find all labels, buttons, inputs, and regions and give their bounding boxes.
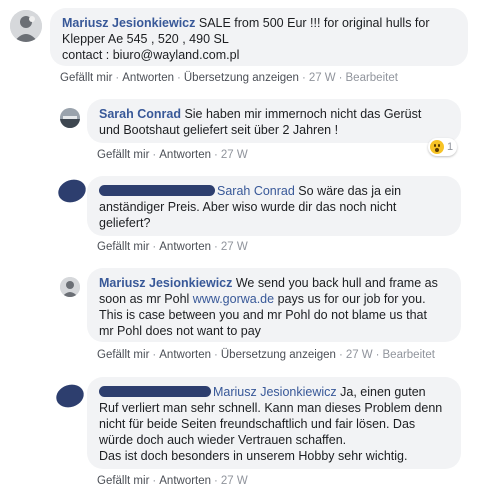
avatar-redacted — [55, 176, 89, 206]
comment-author[interactable]: Mariusz Jesionkiewicz — [62, 16, 195, 30]
comment-text: geliefert? — [99, 216, 151, 230]
comment-text: Ruf verliert man sehr schnell. Kann man … — [99, 401, 443, 415]
timestamp[interactable]: 27 W — [309, 72, 336, 84]
timestamp[interactable]: 27 W — [346, 349, 373, 361]
comment-text: mr Pohl does not want to pay — [99, 324, 261, 338]
like-link[interactable]: Gefällt mir — [97, 349, 149, 361]
timestamp[interactable]: 27 W — [221, 475, 248, 487]
wow-emoji-icon — [430, 140, 444, 154]
timestamp[interactable]: 27 W — [221, 241, 248, 253]
profile-photo-icon — [10, 10, 42, 42]
comment-text: pays us for our job for you. — [274, 292, 426, 306]
reply-link[interactable]: Antworten — [159, 475, 211, 487]
comment-text: nicht für beide Seiten freundschaftlich … — [99, 417, 416, 431]
redacted-author — [99, 386, 211, 397]
comment-bubble: Mariusz Jesionkiewicz We send you back h… — [87, 268, 461, 342]
separator: · — [214, 349, 218, 361]
website-link[interactable]: www.gorwa.de — [193, 292, 274, 306]
edited-label: Bearbeitet — [382, 349, 435, 361]
separator: · — [152, 241, 157, 253]
reply-link[interactable]: Antworten — [122, 72, 174, 84]
mention-link[interactable]: Sarah Conrad — [217, 184, 295, 198]
reaction-count: 1 — [447, 141, 454, 153]
comment-bubble: Sarah Conrad So wäre das ja ein anständi… — [87, 176, 461, 236]
comment-bubble: Sarah Conrad Sie haben mir immernoch nic… — [87, 99, 461, 143]
separator: · — [177, 72, 181, 84]
comment-text: So wäre das ja ein — [294, 184, 402, 198]
profile-photo-icon — [60, 108, 80, 128]
reply-link[interactable]: Antworten — [159, 349, 211, 361]
comment-text: anständiger Preis. Aber wiso wurde dir d… — [99, 200, 397, 214]
comment-author[interactable]: Mariusz Jesionkiewicz — [99, 276, 232, 290]
reply-link[interactable]: Antworten — [159, 149, 211, 161]
comment-text: soon as mr Pohl — [99, 292, 193, 306]
like-link[interactable]: Gefällt mir — [97, 241, 149, 253]
edited-label: Bearbeitet — [345, 72, 398, 84]
like-link[interactable]: Gefällt mir — [97, 475, 149, 487]
comment-text: Das ist doch besonders in unserem Hobby … — [99, 449, 408, 463]
comment-bubble: Mariusz Jesionkiewicz SALE from 500 Eur … — [50, 8, 468, 66]
comment-text: Klepper Ae 545 , 520 , 490 SL — [62, 32, 229, 46]
profile-photo-icon — [60, 277, 80, 297]
redacted-author — [99, 185, 215, 196]
separator: · — [338, 349, 343, 361]
comment-author[interactable]: Sarah Conrad — [99, 107, 181, 121]
separator: · — [115, 72, 120, 84]
separator: · — [214, 149, 218, 161]
separator: · — [301, 72, 306, 84]
separator: · — [375, 349, 380, 361]
comment-text: contact : biuro@wayland.com.pl — [62, 48, 240, 62]
timestamp[interactable]: 27 W — [221, 149, 248, 161]
like-link[interactable]: Gefällt mir — [97, 149, 149, 161]
translate-link[interactable]: Übersetzung anzeigen — [221, 349, 336, 361]
separator: · — [214, 241, 218, 253]
comment-text: We send you back hull and frame as — [232, 276, 438, 290]
separator: · — [152, 475, 157, 487]
comment-actions: Gefällt mir · Antworten · 27 W — [97, 475, 248, 487]
separator: · — [338, 72, 343, 84]
avatar[interactable] — [10, 10, 42, 42]
avatar-redacted — [53, 381, 87, 411]
separator: · — [152, 149, 157, 161]
comment-text: würde doch auch wieder Vertrauen schaffe… — [99, 433, 347, 447]
reaction-badge[interactable]: 1 — [428, 138, 458, 156]
mention-link[interactable]: Mariusz Jesionkiewicz — [213, 385, 337, 399]
avatar[interactable] — [60, 108, 80, 128]
separator: · — [152, 349, 157, 361]
comment-actions: Gefällt mir · Antworten · 27 W — [97, 241, 248, 253]
comment-actions: Gefällt mir · Antworten · 27 W — [97, 149, 248, 161]
comment-text: und Bootshaut geliefert seit über 2 Jahr… — [99, 123, 339, 137]
comment-actions: Gefällt mir · Antworten · Übersetzung anzeig… — [97, 349, 435, 361]
comment-bubble: Mariusz Jesionkiewicz Ja, einen guten Ru… — [87, 377, 461, 469]
reply-link[interactable]: Antworten — [159, 241, 211, 253]
translate-link[interactable]: Übersetzung anzeigen — [184, 72, 299, 84]
comment-text: SALE from 500 Eur !!! for original hulls… — [195, 16, 430, 30]
comment-actions: Gefällt mir · Antworten · Übersetzung anzeig… — [60, 72, 398, 84]
avatar[interactable] — [60, 277, 80, 297]
comment-text: Sie haben mir immernoch nicht das Gerüst — [180, 107, 422, 121]
comment-text: This is case between you and mr Pohl do … — [99, 308, 427, 322]
like-link[interactable]: Gefällt mir — [60, 72, 112, 84]
comment-text: Ja, einen guten — [336, 385, 426, 399]
separator: · — [214, 475, 218, 487]
